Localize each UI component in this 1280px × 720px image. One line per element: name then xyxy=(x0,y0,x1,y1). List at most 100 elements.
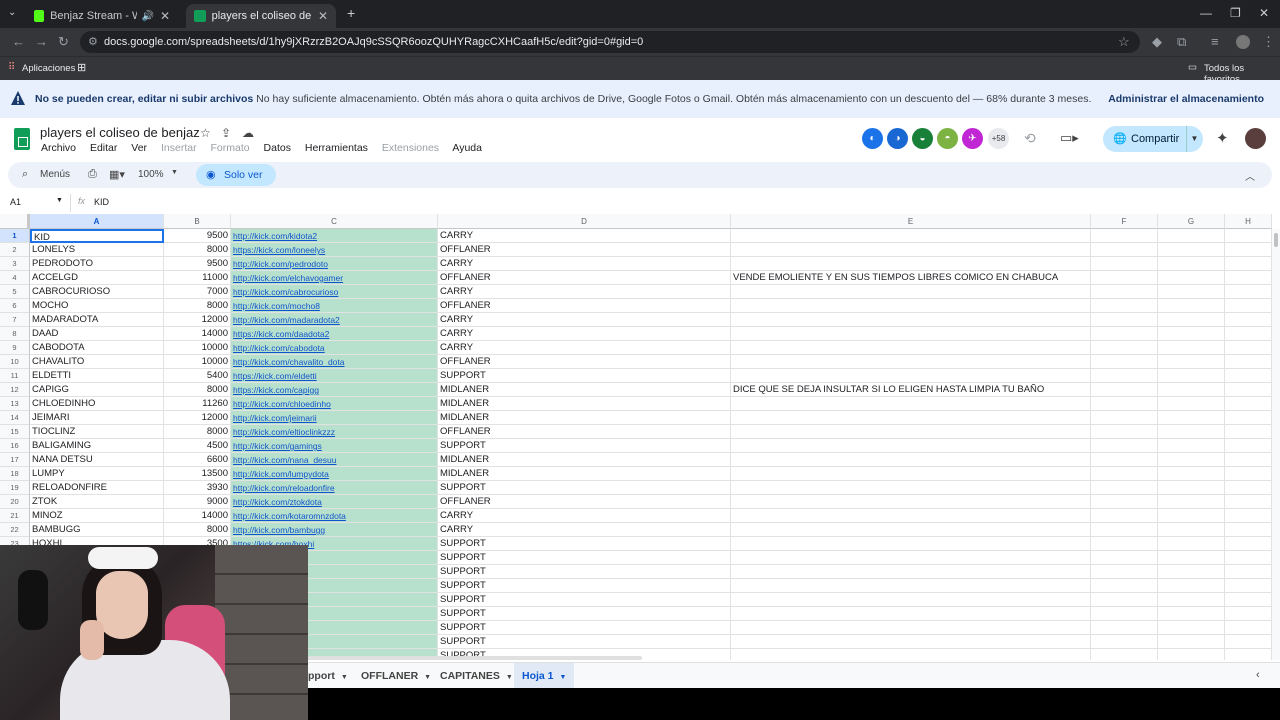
cell-f[interactable] xyxy=(1091,383,1158,397)
browser-tab-stream[interactable]: Benjaz Stream - Watch Live 🔊 ✕ xyxy=(26,4,178,28)
cell-b[interactable]: 6600 xyxy=(164,453,231,467)
row-header[interactable]: 22 xyxy=(0,523,30,537)
cell-d[interactable]: SUPPORT xyxy=(438,621,731,635)
cell-f[interactable] xyxy=(1091,481,1158,495)
name-box-dropdown-icon[interactable]: ▼ xyxy=(56,197,63,204)
reload-icon[interactable]: ↻ xyxy=(58,34,69,50)
menu-ver[interactable]: Ver xyxy=(131,142,147,154)
url-field[interactable]: ⚙ docs.google.com/spreadsheets/d/1hy9jXR… xyxy=(80,31,1140,53)
cell-c[interactable]: http://kick.com/kidota2 xyxy=(231,229,438,243)
cell-b[interactable]: 14000 xyxy=(164,509,231,523)
cell-h[interactable] xyxy=(1225,229,1272,243)
account-avatar[interactable] xyxy=(1245,128,1266,149)
cell-c[interactable]: http://kick.com/madaradota2 xyxy=(231,313,438,327)
cell-a[interactable]: DAAD xyxy=(30,327,164,341)
sheets-logo-icon[interactable] xyxy=(14,128,30,150)
cell-d[interactable]: SUPPORT xyxy=(438,369,731,383)
close-window-icon[interactable]: ✕ xyxy=(1259,6,1269,20)
cell-c[interactable]: http://kick.com/ztokdota xyxy=(231,495,438,509)
cell-h[interactable] xyxy=(1225,285,1272,299)
collaborator-avatar[interactable]: ◐ xyxy=(862,128,883,149)
menu-editar[interactable]: Editar xyxy=(90,142,117,154)
cell-h[interactable] xyxy=(1225,411,1272,425)
cell-a[interactable]: JEIMARI xyxy=(30,411,164,425)
cell-b[interactable]: 12000 xyxy=(164,313,231,327)
cell-e[interactable]: VENDE EMOLIENTE Y EN SUS TIEMPOS LIBRES … xyxy=(731,271,1091,285)
forward-icon[interactable]: → xyxy=(35,34,48,49)
manage-storage-link[interactable]: Administrar el almacenamiento xyxy=(1108,93,1264,105)
cell-a[interactable]: CHAVALITO xyxy=(30,355,164,369)
row-header[interactable]: 2 xyxy=(0,243,30,257)
cell-g[interactable] xyxy=(1158,439,1225,453)
cell-a[interactable]: RELOADONFIRE xyxy=(30,481,164,495)
cell-h[interactable] xyxy=(1225,621,1272,635)
select-all-corner[interactable] xyxy=(0,214,30,229)
cell-b[interactable]: 7000 xyxy=(164,285,231,299)
menu-datos[interactable]: Datos xyxy=(264,142,291,154)
cell-f[interactable] xyxy=(1091,593,1158,607)
cell-d[interactable]: MIDLANER xyxy=(438,411,731,425)
document-title[interactable]: players el coliseo de benjaz xyxy=(40,125,200,140)
cell-f[interactable] xyxy=(1091,243,1158,257)
row-header[interactable]: 21 xyxy=(0,509,30,523)
cell-h[interactable] xyxy=(1225,439,1272,453)
view-only-button[interactable]: ◉ Solo ver xyxy=(196,164,276,186)
cell-g[interactable] xyxy=(1158,453,1225,467)
sheet-tab-capitanes[interactable]: CAPITANES ▼ xyxy=(440,670,513,682)
cell-a[interactable]: CABROCURIOSO xyxy=(30,285,164,299)
row-header[interactable]: 14 xyxy=(0,411,30,425)
row-header[interactable]: 1 xyxy=(0,229,30,243)
column-header-g[interactable]: G xyxy=(1158,214,1225,229)
cell-f[interactable] xyxy=(1091,509,1158,523)
cell-d[interactable]: SUPPORT xyxy=(438,565,731,579)
cell-b[interactable]: 8000 xyxy=(164,243,231,257)
cell-e[interactable] xyxy=(731,509,1091,523)
cell-h[interactable] xyxy=(1225,313,1272,327)
cell-a[interactable]: CAPIGG xyxy=(30,383,164,397)
cell-d[interactable]: CARRY xyxy=(438,509,731,523)
cell-g[interactable] xyxy=(1158,579,1225,593)
media-icon[interactable]: ≡ xyxy=(1211,34,1219,49)
cell-e[interactable] xyxy=(731,327,1091,341)
cell-e[interactable] xyxy=(731,397,1091,411)
move-folder-icon[interactable]: ⇪ xyxy=(221,126,231,140)
cell-a[interactable]: TIOCLINZ xyxy=(30,425,164,439)
cell-g[interactable] xyxy=(1158,243,1225,257)
cell-h[interactable] xyxy=(1225,341,1272,355)
cell-d[interactable]: OFFLANER xyxy=(438,299,731,313)
cell-d[interactable]: SUPPORT xyxy=(438,579,731,593)
cell-a[interactable]: BAMBUGG xyxy=(30,523,164,537)
cell-h[interactable] xyxy=(1225,327,1272,341)
row-header[interactable]: 5 xyxy=(0,285,30,299)
cell-f[interactable] xyxy=(1091,285,1158,299)
cell-f[interactable] xyxy=(1091,327,1158,341)
cell-g[interactable] xyxy=(1158,481,1225,495)
row-header[interactable]: 20 xyxy=(0,495,30,509)
cell-a[interactable]: MADARADOTA xyxy=(30,313,164,327)
cell-c[interactable]: http://kick.com/elchavogamer xyxy=(231,271,438,285)
browser-tab-sheets[interactable]: players el coliseo de benjaz - Ho ✕ xyxy=(186,4,336,28)
menu-archivo[interactable]: Archivo xyxy=(41,142,76,154)
cell-g[interactable] xyxy=(1158,607,1225,621)
cell-g[interactable] xyxy=(1158,229,1225,243)
cell-c[interactable]: http://kick.com/pedrodoto xyxy=(231,257,438,271)
cell-d[interactable]: CARRY xyxy=(438,327,731,341)
cell-e[interactable] xyxy=(731,355,1091,369)
collaborator-avatar[interactable]: ◒ xyxy=(912,128,933,149)
cell-g[interactable] xyxy=(1158,285,1225,299)
cell-d[interactable]: CARRY xyxy=(438,523,731,537)
print-icon[interactable]: ⎙ xyxy=(88,168,97,181)
menu-herramientas[interactable]: Herramientas xyxy=(305,142,368,154)
cell-b[interactable]: 10000 xyxy=(164,341,231,355)
close-tab-icon[interactable]: ✕ xyxy=(318,9,328,23)
cell-f[interactable] xyxy=(1091,425,1158,439)
cell-d[interactable]: MIDLANER xyxy=(438,467,731,481)
cell-g[interactable] xyxy=(1158,327,1225,341)
cell-g[interactable] xyxy=(1158,635,1225,649)
cell-h[interactable] xyxy=(1225,607,1272,621)
collapse-toolbar-icon[interactable]: ︿ xyxy=(1245,168,1255,183)
row-header[interactable]: 15 xyxy=(0,425,30,439)
cell-b[interactable]: 5400 xyxy=(164,369,231,383)
row-header[interactable]: 18 xyxy=(0,467,30,481)
cell-e[interactable] xyxy=(731,523,1091,537)
